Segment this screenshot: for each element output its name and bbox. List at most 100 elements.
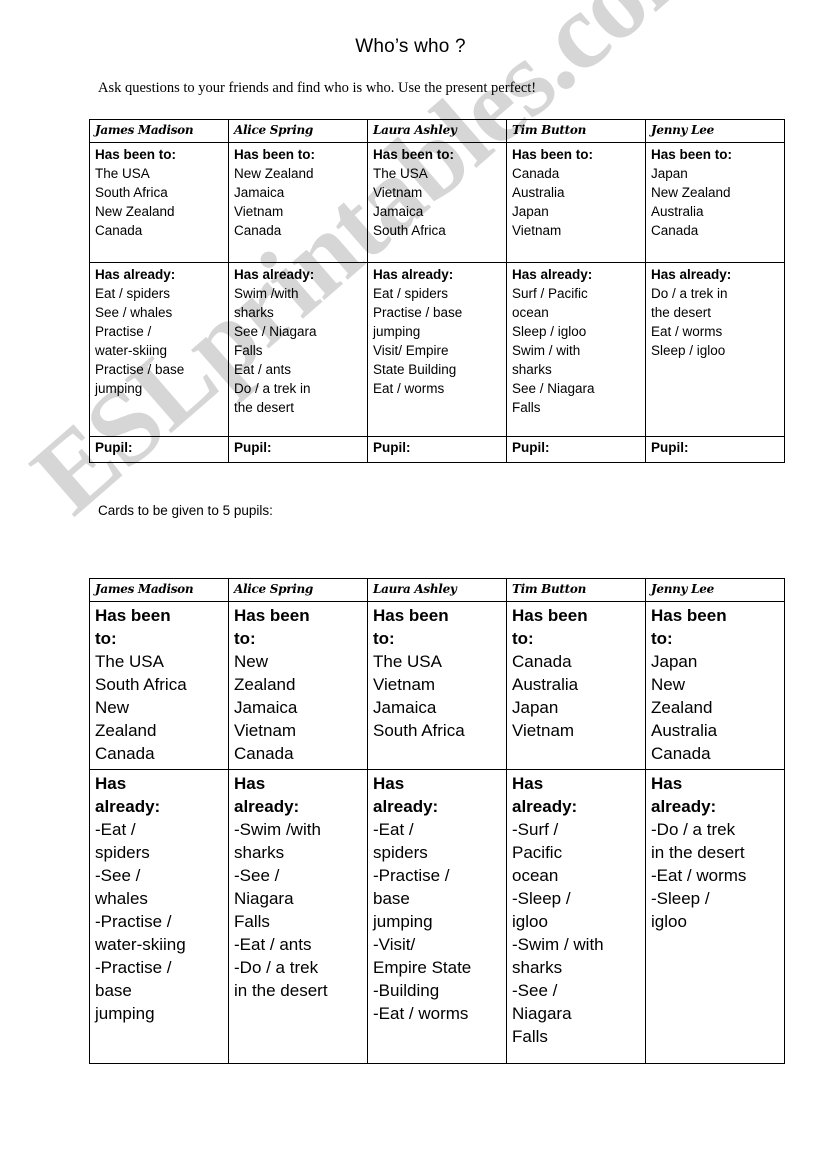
has-been-to-label: Has been to: [95,147,177,162]
activity-item: jumping [373,912,433,931]
activity-item: -Surf / [512,820,559,839]
activity-item: -Sleep / [651,889,710,908]
activity-item: Eat / ants [234,362,292,377]
has-been-to-label-line2: to: [512,629,534,648]
has-already-label: Has already: [651,267,732,282]
table-row-been-to: Has been to: The USA South Africa New Ze… [89,142,785,263]
activity-item: See / Niagara [234,324,317,339]
roleplay-already-cell-5: Has already: Do / a trek in the desert E… [645,262,785,437]
activity-item: Do / a trek in [651,286,728,301]
country-item: Canada [512,166,560,181]
activity-item: Falls [512,400,541,415]
roleplay-been-to-cell-2: Has been to: New Zealand Jamaica Vietnam… [228,142,368,263]
activity-item: Niagara [512,1004,572,1023]
activity-item: See / whales [95,305,173,320]
activity-item: the desert [651,305,712,320]
activity-item: -Practise / [95,912,172,931]
country-item: The USA [373,652,442,671]
roleplay-name-cell-2: Alice Spring [228,119,368,143]
activity-item: Practise / base [95,362,185,377]
card-name-cell-2: Alice Spring [228,578,368,602]
country-item: Japan [651,166,688,181]
activity-item: spiders [95,843,150,862]
country-item: Zealand [651,698,713,717]
pupil-cell-3[interactable]: Pupil: [367,436,507,463]
country-item: Jamaica [234,185,285,200]
has-been-to-label-line1: Has been [512,606,588,625]
country-item: Japan [651,652,698,671]
has-already-label-line2: already: [234,797,300,816]
country-item: Japan [512,204,549,219]
activity-item: the desert [234,400,295,415]
activity-item: Falls [234,343,263,358]
character-name: Jenny Lee [651,582,714,596]
country-item: New [95,698,130,717]
activity-item: Niagara [234,889,294,908]
activity-item: -Do / a trek [651,820,736,839]
activity-item: Eat / worms [373,381,445,396]
has-been-to-label-line2: to: [95,629,117,648]
country-item: The USA [373,166,428,181]
activity-item: sharks [234,843,285,862]
card-already-cell-2: Has already: -Swim /with sharks -See / N… [228,769,368,1064]
has-already-label-line1: Has [234,774,266,793]
activity-item: -Eat / [95,820,136,839]
country-item: New Zealand [234,166,314,181]
character-name: Laura Ashley [373,123,457,137]
country-item: Canada [234,223,282,238]
pupil-label: Pupil: [95,440,133,455]
roleplay-been-to-cell-5: Has been to: Japan New Zealand Australia… [645,142,785,263]
country-item: South Africa [95,185,168,200]
country-item: Japan [512,698,559,717]
country-item: The USA [95,166,150,181]
activity-item: Practise / [95,324,152,339]
cards-table: James Madison Alice Spring Laura Ashley … [89,578,785,1064]
worksheet-page: ESLprintables.com Who’s who ? Ask questi… [0,0,821,1169]
pupil-cell-1[interactable]: Pupil: [89,436,229,463]
activity-item: -Visit/ [373,935,416,954]
has-already-label-line1: Has [651,774,683,793]
roleplay-been-to-cell-3: Has been to: The USA Vietnam Jamaica Sou… [367,142,507,263]
country-item: Zealand [234,675,296,694]
has-already-label: Has already: [234,267,315,282]
pupil-cell-5[interactable]: Pupil: [645,436,785,463]
country-item: Vietnam [512,223,562,238]
has-been-to-label-line2: to: [373,629,395,648]
country-item: Zealand [95,721,157,740]
card-name-cell-4: Tim Button [506,578,646,602]
has-already-label: Has already: [512,267,593,282]
country-item: Jamaica [373,698,437,717]
pupil-cell-2[interactable]: Pupil: [228,436,368,463]
roleplay-been-to-cell-1: Has been to: The USA South Africa New Ze… [89,142,229,263]
country-item: Vietnam [512,721,575,740]
activity-item: -See / [234,866,280,885]
table-row-already: Has already: Eat / spiders See / whales … [89,262,785,437]
activity-item: Swim /with [234,286,299,301]
table-row-pupil: Pupil: Pupil: Pupil: Pupil: Pupil: [89,436,785,463]
activity-item: Sleep / igloo [651,343,726,358]
page-title: Who’s who ? [355,36,466,57]
country-item: Canada [512,652,572,671]
activity-item: -Swim / with [512,935,604,954]
roleplay-name-cell-3: Laura Ashley [367,119,507,143]
character-name: Tim Button [512,582,587,596]
activity-item: Surf / Pacific [512,286,588,301]
has-been-to-label: Has been to: [512,147,594,162]
has-already-label: Has already: [373,267,454,282]
country-item: New Zealand [651,185,731,200]
roleplay-been-to-cell-4: Has been to: Canada Australia Japan Viet… [506,142,646,263]
country-item: Jamaica [234,698,298,717]
card-already-cell-1: Has already: -Eat / spiders -See / whale… [89,769,229,1064]
has-already-label-line2: already: [373,797,439,816]
has-been-to-label-line2: to: [234,629,256,648]
cards-note-text: Cards to be given to 5 pupils: [98,503,273,518]
activity-item: -Eat / worms [373,1004,469,1023]
pupil-label: Pupil: [234,440,272,455]
activity-item: base [373,889,410,908]
activity-item: -Practise / [95,958,172,977]
pupil-cell-4[interactable]: Pupil: [506,436,646,463]
activity-item: Visit/ Empire [373,343,449,358]
has-already-label-line2: already: [512,797,578,816]
card-been-to-cell-2: Has been to: New Zealand Jamaica Vietnam… [228,601,368,770]
roleplay-already-cell-3: Has already: Eat / spiders Practise / ba… [367,262,507,437]
